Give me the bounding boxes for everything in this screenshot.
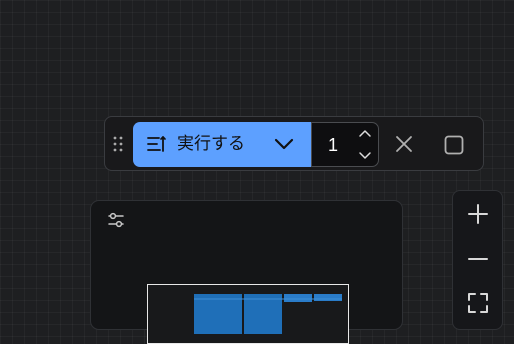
close-icon[interactable] [393,133,415,155]
chevron-down-icon[interactable] [358,150,372,162]
sliders-icon[interactable] [107,211,125,229]
zoom-controls [452,190,503,330]
square-icon[interactable] [443,134,465,156]
count-value[interactable]: 1 [328,134,338,156]
run-button[interactable]: 実行する [133,122,311,167]
chevron-up-icon[interactable] [358,127,372,139]
plus-icon[interactable] [467,203,489,225]
chevron-down-icon[interactable] [274,136,294,152]
preview-blocks [194,294,342,334]
run-button-label: 実行する [177,134,245,154]
count-stepper[interactable]: 1 [311,122,379,167]
drag-handle-icon[interactable] [113,136,123,152]
list-run-icon [147,136,166,152]
preview-frame[interactable] [147,284,349,344]
node-toolbar: 実行する 1 [104,116,484,171]
preview-panel [90,200,403,344]
minus-icon[interactable] [467,248,489,270]
fit-view-icon[interactable] [467,292,489,314]
